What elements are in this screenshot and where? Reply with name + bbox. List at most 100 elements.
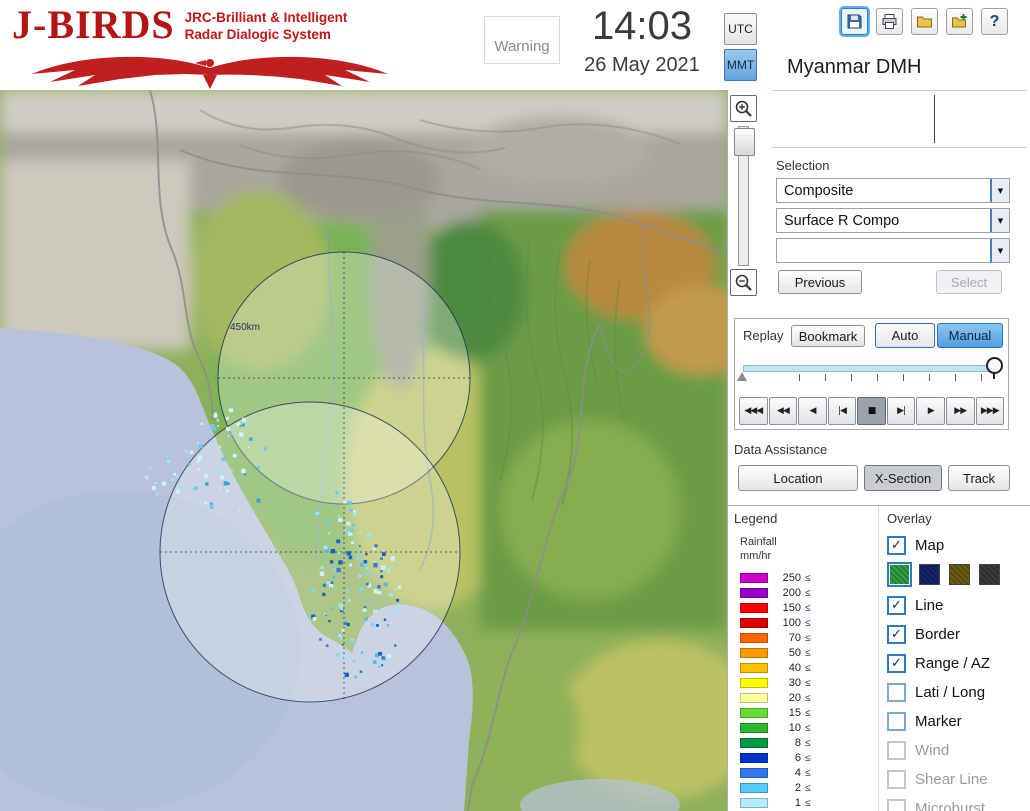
chevron-down-icon[interactable]: ▼ <box>990 209 1009 232</box>
legend-entry: 20 ≤ <box>734 691 878 706</box>
legend-suffix: ≤ <box>805 617 811 629</box>
overlay-item-marker[interactable]: Marker <box>887 711 1030 732</box>
auto-button[interactable]: Auto <box>875 323 935 348</box>
overlay-item-wind[interactable]: Wind <box>887 740 1030 761</box>
zoom-out-button[interactable] <box>730 269 757 296</box>
legend-suffix: ≤ <box>805 647 811 659</box>
play-forward-button[interactable]: ▶ <box>916 397 945 425</box>
fast-forward-fastest-button[interactable]: ▶▶▶ <box>975 397 1005 425</box>
overlay-item-lati-long[interactable]: Lati / Long <box>887 682 1030 703</box>
save-icon <box>847 14 862 29</box>
overlay-item-label: Marker <box>915 713 962 730</box>
overlay-item-microburst[interactable]: Microburst <box>887 798 1030 811</box>
replay-timeline-track[interactable] <box>743 365 990 372</box>
header: J-BIRDS JRC-Brilliant & Intelligent Rada… <box>0 0 1030 90</box>
play-backward-button[interactable]: ◀ <box>798 397 827 425</box>
zoom-in-icon <box>735 100 752 117</box>
microburst-checkbox[interactable] <box>887 799 906 811</box>
manual-button[interactable]: Manual <box>937 323 1003 348</box>
replay-label: Replay <box>743 328 784 343</box>
option-dropdown[interactable]: ▼ <box>776 238 1010 263</box>
overlay-item-border[interactable]: ✓ Border <box>887 624 1030 645</box>
location-button[interactable]: Location <box>738 465 858 491</box>
overlay-item-map[interactable]: ✓ Map <box>887 535 1030 556</box>
map-color-swatch[interactable] <box>979 564 1000 585</box>
bookmark-button[interactable]: Bookmark <box>791 325 865 347</box>
legend-suffix: ≤ <box>805 662 811 674</box>
logo-tagline: JRC-Brilliant & Intelligent Radar Dialog… <box>185 10 348 44</box>
line-checkbox[interactable]: ✓ <box>887 596 906 615</box>
product-dropdown[interactable]: Surface R Compo ▼ <box>776 208 1010 233</box>
x-section-button[interactable]: X-Section <box>864 465 942 491</box>
rewind-fastest-button[interactable]: ◀◀◀ <box>739 397 768 425</box>
border-checkbox[interactable]: ✓ <box>887 625 906 644</box>
fast-forward-button[interactable]: ▶▶ <box>945 397 975 425</box>
wind-checkbox[interactable] <box>887 741 906 760</box>
map-color-swatch[interactable] <box>949 564 970 585</box>
overlay-item-line[interactable]: ✓ Line <box>887 595 1030 616</box>
legend-value: 70 <box>788 632 801 645</box>
overlay-item-shear-line[interactable]: Shear Line <box>887 769 1030 790</box>
legend-panel: Legend Rainfall mm/hr 250 ≤200 ≤150 ≤100 ≤70… <box>728 506 878 811</box>
map-checkbox[interactable]: ✓ <box>887 536 906 555</box>
logo-title: J-BIRDS <box>12 2 175 47</box>
range-ring-label: 450km <box>230 322 260 333</box>
previous-button[interactable]: Previous <box>778 270 862 294</box>
open-folder-button[interactable] <box>911 8 938 35</box>
legend-suffix: ≤ <box>805 737 811 749</box>
shear-line-checkbox[interactable] <box>887 770 906 789</box>
zoom-in-button[interactable] <box>730 95 757 122</box>
legend-value: 50 <box>788 647 801 660</box>
legend-suffix: ≤ <box>805 767 811 779</box>
legend-unit-line2: mm/hr <box>740 550 772 563</box>
right-panel: Selection Composite ▼ Surface R Compo ▼ … <box>727 90 1030 811</box>
zoom-slider-thumb[interactable] <box>734 128 755 156</box>
track-button[interactable]: Track <box>948 465 1010 491</box>
save-button[interactable] <box>841 8 868 35</box>
range-az-checkbox[interactable]: ✓ <box>887 654 906 673</box>
import-data-button[interactable] <box>946 8 973 35</box>
utc-button[interactable]: UTC <box>724 13 757 45</box>
legend-value: 150 <box>782 602 801 615</box>
overlay-item-label: Wind <box>915 742 950 759</box>
overlay-title: Overlay <box>887 511 932 526</box>
chevron-down-icon[interactable]: ▼ <box>990 239 1009 262</box>
legend-color-swatch <box>740 573 768 584</box>
zoom-slider[interactable] <box>734 126 755 266</box>
import-data-icon <box>952 14 967 28</box>
map-color-swatch[interactable] <box>919 564 940 585</box>
select-button[interactable]: Select <box>936 270 1002 294</box>
legend-color-swatch <box>740 783 768 794</box>
composite-dropdown[interactable]: Composite ▼ <box>776 178 1010 203</box>
open-folder-icon <box>917 16 932 28</box>
marker-checkbox[interactable] <box>887 712 906 731</box>
legend-entry: 150 ≤ <box>734 601 878 616</box>
mmt-button[interactable]: MMT <box>724 49 757 81</box>
overlay-item-label: Border <box>915 626 961 643</box>
stop-button[interactable]: ■ <box>857 397 886 425</box>
selection-label: Selection <box>776 158 830 173</box>
overlay-item-range-az[interactable]: ✓ Range / AZ <box>887 653 1030 674</box>
lati-long-checkbox[interactable] <box>887 683 906 702</box>
site-name: Myanmar DMH <box>787 56 922 78</box>
chevron-down-icon[interactable]: ▼ <box>990 179 1009 202</box>
warning-status: Warning <box>484 16 560 64</box>
overlay-item-label: Shear Line <box>915 771 988 788</box>
rewind-button[interactable]: ◀◀ <box>768 397 798 425</box>
zoom-out-icon <box>735 274 752 291</box>
step-forward-button[interactable]: ▶| <box>886 397 916 425</box>
legend-suffix: ≤ <box>805 752 811 764</box>
overlay-item-label: Map <box>915 537 945 554</box>
map-color-swatches <box>887 562 1030 587</box>
map-color-swatch[interactable] <box>887 562 912 587</box>
map-canvas[interactable]: 450km <box>0 90 727 811</box>
product-dropdown-value: Surface R Compo <box>784 212 900 229</box>
legend-color-swatch <box>740 738 768 749</box>
step-backward-button[interactable]: |◀ <box>827 397 857 425</box>
print-button[interactable] <box>876 8 903 35</box>
replay-timeline-thumb[interactable] <box>986 357 1003 379</box>
legend-entry: 4 ≤ <box>734 766 878 781</box>
help-icon: ? <box>989 12 1000 30</box>
help-button[interactable]: ? <box>981 8 1008 35</box>
legend-color-swatch <box>740 753 768 764</box>
